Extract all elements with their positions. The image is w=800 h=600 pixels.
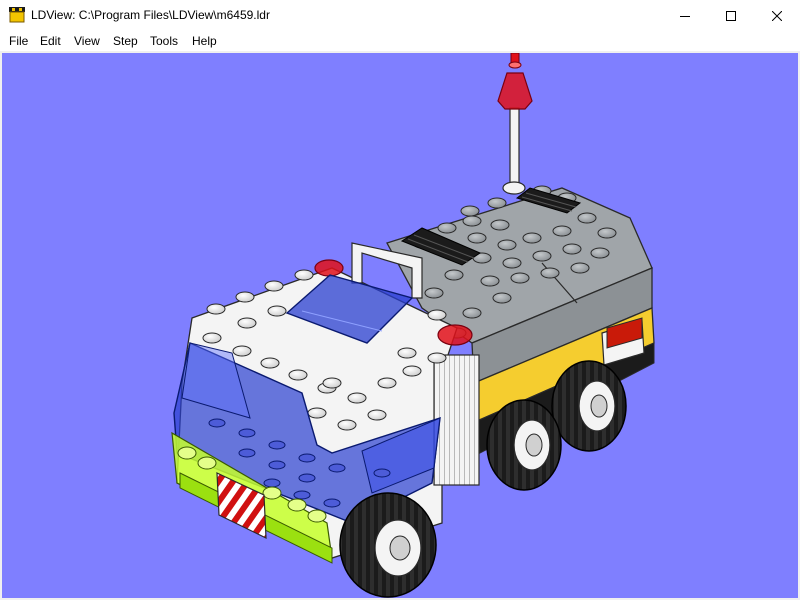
menu-file[interactable]: File [9,34,28,48]
menu-edit[interactable]: Edit [40,34,61,48]
front-wheel [339,492,437,598]
menu-tools[interactable]: Tools [150,34,178,48]
rear-wheel-right [551,360,627,452]
maximize-icon [726,10,736,21]
close-button[interactable] [754,0,800,31]
menu-help[interactable]: Help [192,34,217,48]
minimize-icon [680,15,690,17]
ldview-window: LDView: C:\Program Files\LDView\m6459.ld… [0,0,800,600]
antenna [497,53,533,195]
menu-bar: File Edit View Step Tools Help [0,31,800,51]
minimize-button[interactable] [662,0,708,31]
close-icon [772,10,782,21]
maximize-button[interactable] [708,0,754,31]
menu-view[interactable]: View [74,34,100,48]
lego-truck-model [171,53,655,598]
title-bar[interactable]: LDView: C:\Program Files\LDView\m6459.ld… [0,0,800,31]
ldview-app-icon[interactable] [9,7,25,23]
rear-wheel-middle [486,399,562,491]
window-title: LDView: C:\Program Files\LDView\m6459.ld… [31,8,270,22]
menu-step[interactable]: Step [113,34,138,48]
model-viewport[interactable] [2,53,798,598]
